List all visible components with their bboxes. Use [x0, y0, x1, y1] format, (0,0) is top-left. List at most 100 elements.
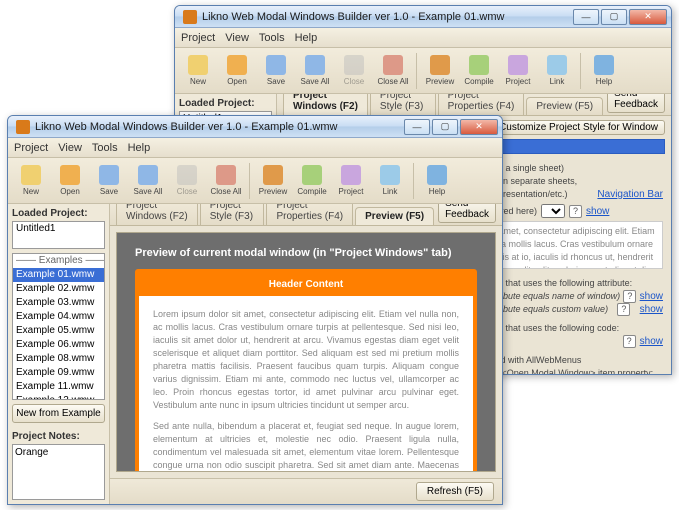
project-icon — [341, 165, 361, 185]
open-icon — [227, 55, 247, 75]
toolbar-link-button[interactable]: Link — [538, 51, 576, 91]
preview-icon — [430, 55, 450, 75]
close-icon — [177, 165, 197, 185]
toolbar-link-button[interactable]: Link — [371, 161, 409, 201]
menu-view[interactable]: View — [225, 32, 249, 44]
tab-bar: Project Windows (F2) Project Style (F3) … — [277, 94, 671, 116]
tab-project-properties[interactable]: Project Properties (F4) — [438, 94, 525, 115]
help-icon[interactable]: ? — [623, 290, 636, 303]
new-icon — [21, 165, 41, 185]
window-title: Likno Web Modal Windows Builder ver 1.0 … — [202, 11, 573, 23]
list-item[interactable]: Example 09.wmw — [13, 366, 104, 380]
maximize-button[interactable]: ▢ — [432, 119, 458, 135]
show-link[interactable]: show — [586, 205, 609, 218]
list-item[interactable]: Example 08.wmw — [13, 352, 104, 366]
tab-preview[interactable]: Preview (F5) — [355, 207, 434, 225]
foreground-window: Likno Web Modal Windows Builder ver 1.0 … — [7, 115, 503, 505]
list-item[interactable]: Example 03.wmw — [13, 296, 104, 310]
list-item[interactable]: Example 06.wmw — [13, 338, 104, 352]
tab-project-windows[interactable]: Project Windows (F2) — [283, 94, 368, 115]
minimize-button[interactable]: — — [404, 119, 430, 135]
close-icon — [344, 55, 364, 75]
tab-project-style[interactable]: Project Style (F3) — [370, 94, 436, 115]
menu-help[interactable]: Help — [295, 32, 318, 44]
tab-project-style[interactable]: Project Style (F3) — [200, 204, 265, 225]
send-feedback-button[interactable]: Send Feedback — [607, 94, 665, 113]
toolbar-save-all-button[interactable]: Save All — [296, 51, 334, 91]
modal-header: Header Content — [139, 273, 473, 296]
menu-help[interactable]: Help — [128, 142, 151, 154]
show-link[interactable]: show — [640, 335, 663, 348]
toolbar-save-button[interactable]: Save — [257, 51, 295, 91]
list-item[interactable]: Example 05.wmw — [13, 324, 104, 338]
close-button[interactable]: ✕ — [629, 9, 667, 25]
list-item[interactable]: Example 02.wmw — [13, 282, 104, 296]
close-all-icon — [383, 55, 403, 75]
toolbar-open-button[interactable]: Open — [218, 51, 256, 91]
toolbar-preview-button[interactable]: Preview — [254, 161, 292, 201]
menu-project[interactable]: Project — [14, 142, 48, 154]
close-button[interactable]: ✕ — [460, 119, 498, 135]
preview-area: Preview of current modal window (in "Pro… — [116, 232, 496, 472]
show-link[interactable]: show — [640, 303, 663, 316]
toolbar-close-all-button[interactable]: Close All — [207, 161, 245, 201]
examples-list[interactable]: —— Examples —— Example 01.wmwExample 02.… — [12, 253, 105, 400]
toolbar-save-all-button[interactable]: Save All — [129, 161, 167, 201]
toolbar-compile-button[interactable]: Compile — [460, 51, 498, 91]
list-item[interactable]: Example 12.wmw — [13, 394, 104, 400]
titlebar[interactable]: Likno Web Modal Windows Builder ver 1.0 … — [175, 6, 671, 28]
toolbar-help-button[interactable]: Help — [418, 161, 456, 201]
project-notes-label: Project Notes: — [12, 431, 105, 442]
toolbar-compile-button[interactable]: Compile — [293, 161, 331, 201]
toolbar-save-button[interactable]: Save — [90, 161, 128, 201]
modal-body: Lorem ipsum dolor sit amet, consectetur … — [139, 296, 473, 472]
refresh-button[interactable]: Refresh (F5) — [416, 482, 494, 501]
navigation-bar-link[interactable]: Navigation Bar — [597, 188, 663, 201]
list-item[interactable]: Untitled1 — [13, 222, 104, 236]
project-notes-field[interactable]: Orange — [12, 444, 105, 500]
help-icon[interactable]: ? — [569, 205, 582, 218]
toolbar-project-button[interactable]: Project — [332, 161, 370, 201]
customize-style-button[interactable]: Customize Project Style for Window — [492, 120, 665, 135]
maximize-button[interactable]: ▢ — [601, 9, 627, 25]
open-icon — [60, 165, 80, 185]
new-from-example-button[interactable]: New from Example — [12, 404, 105, 423]
toolbar-new-button[interactable]: New — [179, 51, 217, 91]
preview-title: Preview of current modal window (in "Pro… — [135, 247, 477, 259]
list-item[interactable]: Example 01.wmw — [13, 268, 104, 282]
toolbar-new-button[interactable]: New — [12, 161, 50, 201]
tab-preview[interactable]: Preview (F5) — [526, 97, 603, 115]
help-icon[interactable]: ? — [623, 335, 636, 348]
compile-icon — [302, 165, 322, 185]
toolbar-preview-button[interactable]: Preview — [421, 51, 459, 91]
menubar: Project View Tools Help — [8, 138, 502, 158]
toolbar: NewOpenSaveSave AllCloseClose AllPreview… — [8, 158, 502, 204]
dropdown[interactable] — [541, 204, 565, 218]
loaded-project-list[interactable]: Untitled1 — [12, 221, 105, 249]
tab-project-windows[interactable]: Project Windows (F2) — [116, 204, 198, 225]
send-feedback-button[interactable]: Send Feedback — [438, 204, 496, 223]
loaded-project-label: Loaded Project: — [179, 98, 272, 109]
toolbar-close-button: Close — [168, 161, 206, 201]
list-item[interactable]: Example 04.wmw — [13, 310, 104, 324]
menu-view[interactable]: View — [58, 142, 82, 154]
tab-project-properties[interactable]: Project Properties (F4) — [266, 204, 353, 225]
toolbar-project-button[interactable]: Project — [499, 51, 537, 91]
toolbar-open-button[interactable]: Open — [51, 161, 89, 201]
show-link[interactable]: show — [640, 290, 663, 303]
modal-preview: Header Content Lorem ipsum dolor sit ame… — [135, 269, 477, 472]
list-item[interactable]: Example 11.wmw — [13, 380, 104, 394]
save-icon — [266, 55, 286, 75]
save-all-icon — [305, 55, 325, 75]
app-icon — [16, 120, 30, 134]
help-icon[interactable]: ? — [617, 303, 630, 316]
titlebar[interactable]: Likno Web Modal Windows Builder ver 1.0 … — [8, 116, 502, 138]
menu-tools[interactable]: Tools — [92, 142, 118, 154]
menu-project[interactable]: Project — [181, 32, 215, 44]
lorem-preview-box: sit amet, consectetur adipiscing elit. E… — [483, 221, 663, 269]
toolbar-help-button[interactable]: Help — [585, 51, 623, 91]
menu-tools[interactable]: Tools — [259, 32, 285, 44]
minimize-button[interactable]: — — [573, 9, 599, 25]
toolbar-close-all-button[interactable]: Close All — [374, 51, 412, 91]
app-icon — [183, 10, 197, 24]
